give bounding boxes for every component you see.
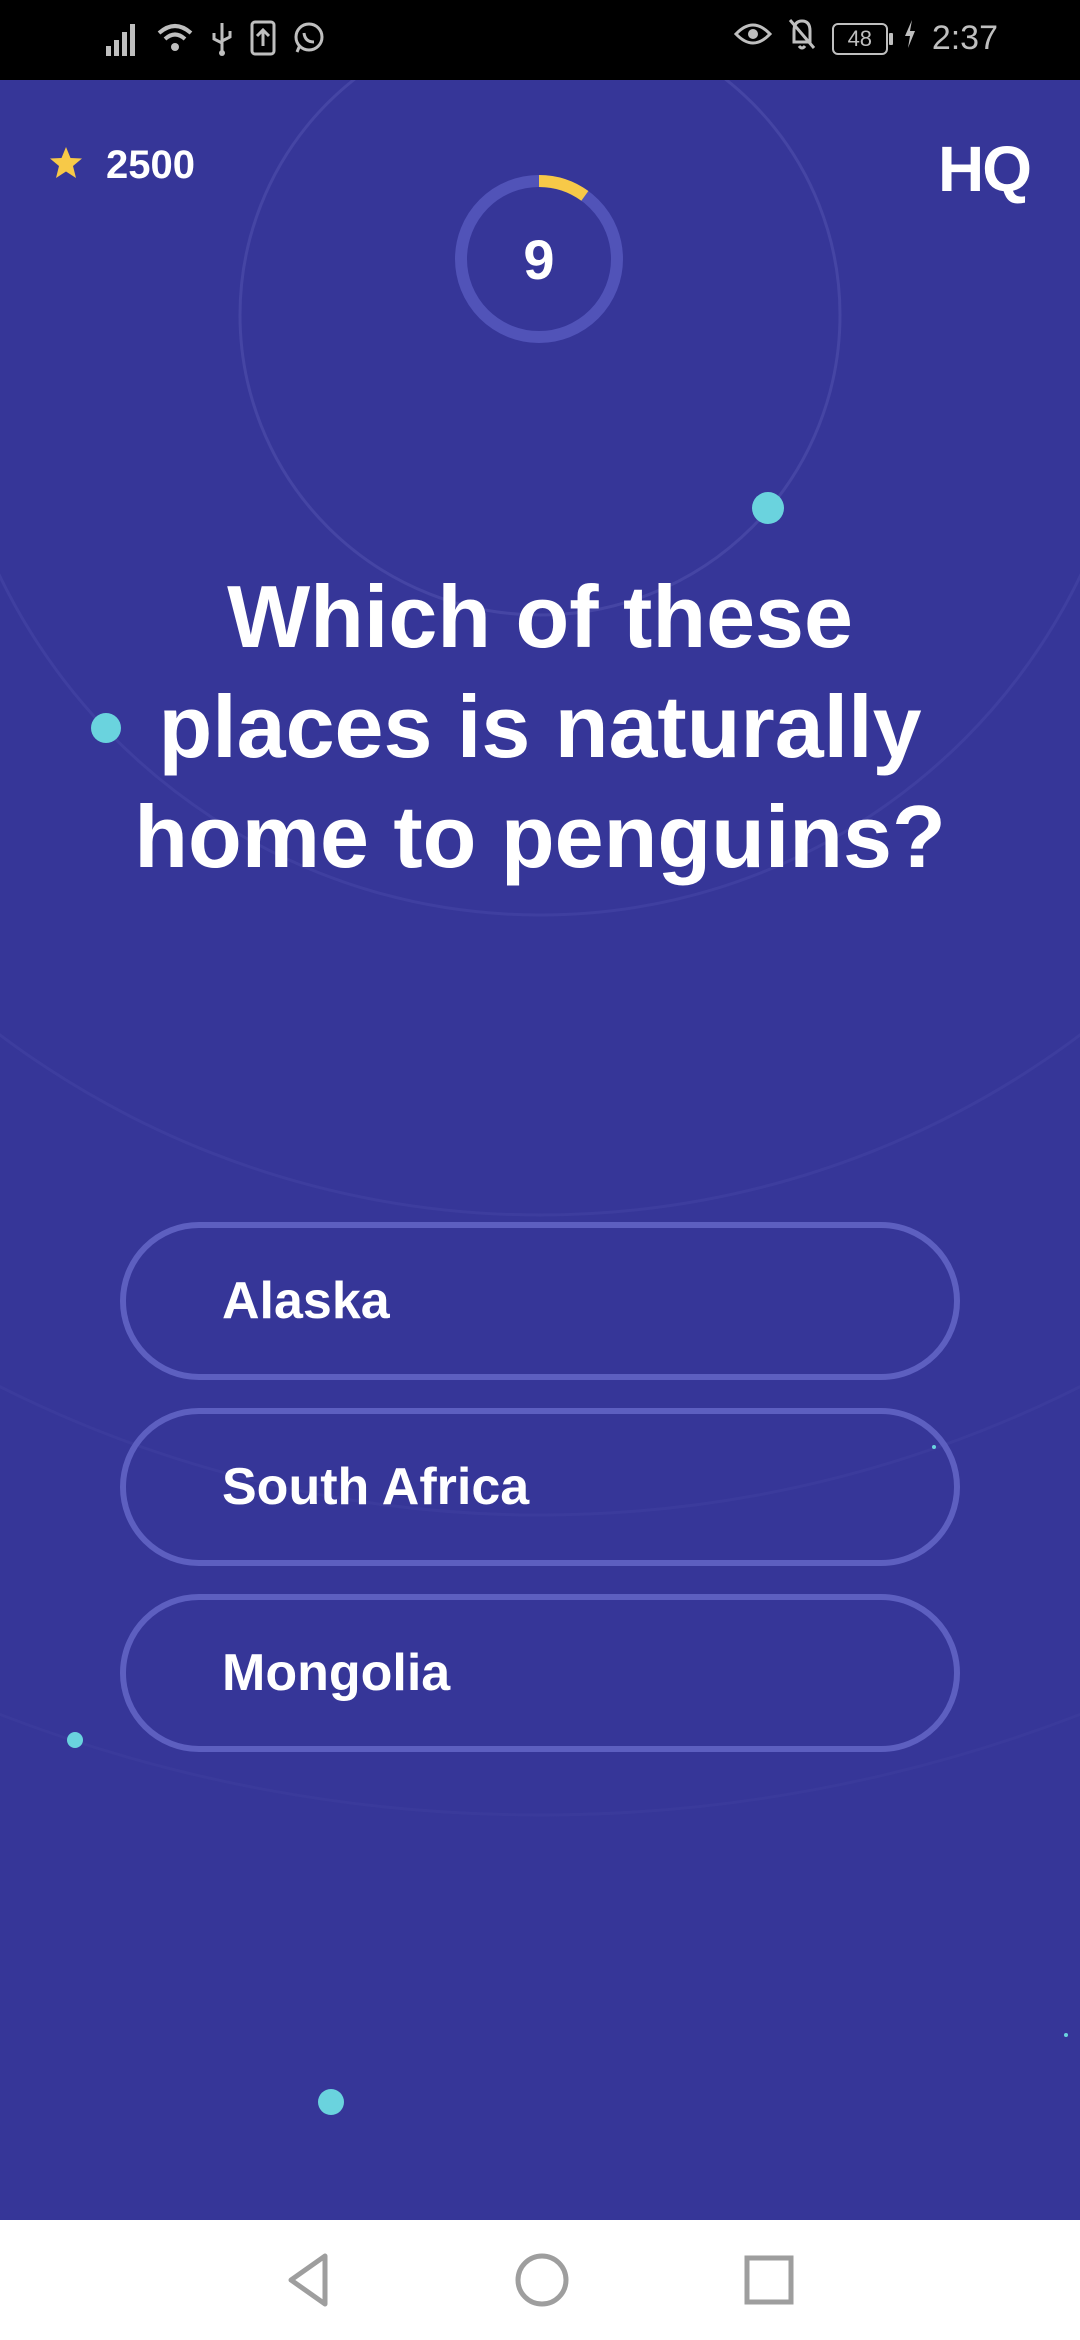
back-icon[interactable] xyxy=(283,2248,335,2317)
home-icon[interactable] xyxy=(510,2248,574,2317)
decorative-dot xyxy=(67,1732,83,1748)
background-decoration xyxy=(0,80,1080,2115)
answer-option-2[interactable]: South Africa xyxy=(120,1408,960,1566)
status-bar: 48 2:37 xyxy=(0,0,1080,80)
battery-icon: 48 xyxy=(831,22,893,55)
score-display: 2500 xyxy=(48,143,195,188)
answer-option-1[interactable]: Alaska xyxy=(120,1222,960,1380)
usb-icon xyxy=(210,19,234,62)
decorative-dot xyxy=(318,2089,344,2115)
question-text: Which of these places is naturally home … xyxy=(134,567,946,886)
status-time: 2:37 xyxy=(931,19,998,57)
answer-list: Alaska South Africa Mongolia xyxy=(120,1222,960,1780)
upload-icon xyxy=(250,20,276,61)
decorative-dot xyxy=(752,492,784,524)
status-left xyxy=(104,18,326,63)
bell-off-icon xyxy=(786,16,818,61)
navigation-bar xyxy=(0,2220,1080,2340)
charging-icon xyxy=(902,18,918,59)
recents-icon[interactable] xyxy=(740,2248,798,2317)
answer-option-3[interactable]: Mongolia xyxy=(120,1594,960,1752)
wifi-icon xyxy=(156,21,194,60)
whatsapp-icon xyxy=(292,21,326,60)
countdown-timer: 9 xyxy=(451,171,627,347)
hq-logo: HQ xyxy=(938,133,1032,205)
score-value: 2500 xyxy=(106,143,195,187)
star-icon xyxy=(48,145,84,186)
hq-trivia-screen: 48 2:37 2500 HQ 9 Which of these places … xyxy=(0,0,1080,2340)
eye-icon xyxy=(733,19,772,58)
status-right: 48 2:37 xyxy=(733,16,998,61)
signal-icon xyxy=(104,18,140,63)
timer-seconds: 9 xyxy=(523,227,555,291)
decorative-dot xyxy=(1064,2033,1068,2037)
